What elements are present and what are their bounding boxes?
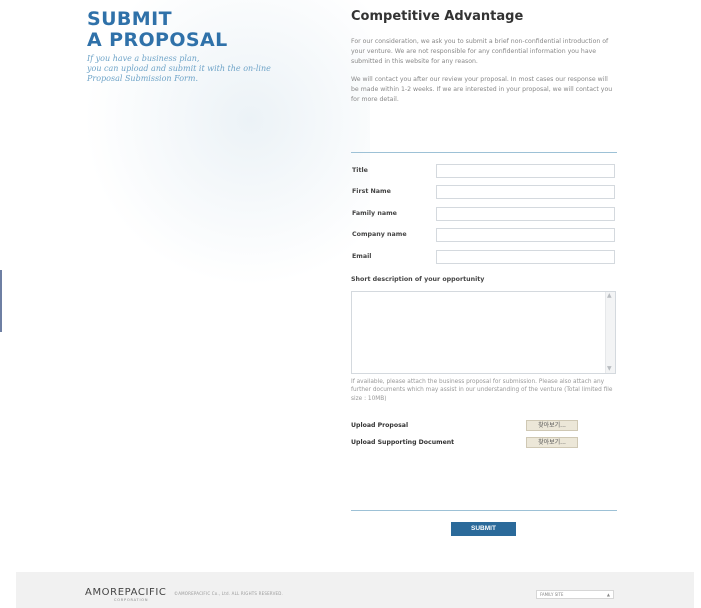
intro-paragraph-1: For our consideration, we ask you to sub… — [351, 38, 609, 65]
description-label: Short description of your opportunity — [351, 276, 485, 283]
family-site-select[interactable]: FAMILY SITE ▲ — [536, 590, 614, 599]
textarea-scrollbar[interactable]: ▲ ▼ — [605, 292, 615, 373]
email-label: Email — [352, 253, 372, 260]
intro-panel: SUBMIT A PROPOSAL If you have a business… — [87, 9, 317, 84]
attachment-note: If available, please attach the business… — [351, 379, 613, 402]
form-top-divider — [351, 152, 617, 153]
title-input[interactable] — [436, 164, 615, 178]
headline-line2: A PROPOSAL — [87, 29, 228, 51]
upload-proposal-label: Upload Proposal — [351, 422, 409, 429]
form-row-company-name: Company name — [352, 228, 617, 244]
upload-supporting-label: Upload Supporting Document — [351, 439, 455, 446]
headline-line1: SUBMIT — [87, 8, 172, 30]
email-input[interactable] — [436, 250, 615, 264]
submit-button[interactable]: SUBMIT — [451, 522, 516, 536]
upload-proposal-row: Upload Proposal 찾아보기... — [351, 420, 617, 432]
subtitle-line3: Proposal Submission Form. — [87, 74, 198, 83]
footer-copyright: ©AMOREPACIFIC Co., Ltd. ALL RIGHTS RESER… — [174, 591, 283, 596]
subtitle-line2: you can upload and submit it with the on… — [87, 64, 271, 73]
form-row-email: Email — [352, 250, 617, 266]
content-panel: Competitive Advantage For our considerat… — [351, 9, 617, 114]
company-name-label: Company name — [352, 231, 407, 238]
form-row-family-name: Family name — [352, 207, 617, 223]
company-name-input[interactable] — [436, 228, 615, 242]
description-textarea[interactable]: ▲ ▼ — [351, 291, 616, 374]
intro-subtitle: If you have a business plan, you can upl… — [87, 54, 317, 84]
form-row-first-name: First Name — [352, 185, 617, 201]
upload-supporting-row: Upload Supporting Document 찾아보기... — [351, 437, 617, 449]
intro-paragraph-2: We will contact you after our review you… — [351, 76, 613, 103]
section-title: Competitive Advantage — [351, 9, 524, 24]
form-row-title: Title — [352, 164, 617, 180]
footer: AMOREPACIFIC CORPORATION ©AMOREPACIFIC C… — [16, 572, 694, 608]
footer-logo[interactable]: AMOREPACIFIC — [85, 587, 166, 598]
left-edge-bar — [0, 270, 2, 332]
family-name-input[interactable] — [436, 207, 615, 221]
chevron-down-icon: ▲ — [606, 592, 610, 597]
page-headline: SUBMIT A PROPOSAL — [87, 9, 317, 51]
upload-proposal-browse-button[interactable]: 찾아보기... — [526, 420, 578, 431]
form-bottom-divider — [351, 510, 617, 511]
family-site-label: FAMILY SITE — [540, 592, 564, 597]
first-name-input[interactable] — [436, 185, 615, 199]
scroll-up-arrow-icon[interactable]: ▲ — [607, 293, 612, 299]
first-name-label: First Name — [352, 188, 391, 195]
footer-logo-subtitle: CORPORATION — [114, 598, 149, 602]
subtitle-line1: If you have a business plan, — [87, 54, 200, 63]
upload-supporting-browse-button[interactable]: 찾아보기... — [526, 437, 578, 448]
family-name-label: Family name — [352, 210, 397, 217]
title-label: Title — [352, 167, 368, 174]
scroll-down-arrow-icon[interactable]: ▼ — [607, 366, 612, 372]
